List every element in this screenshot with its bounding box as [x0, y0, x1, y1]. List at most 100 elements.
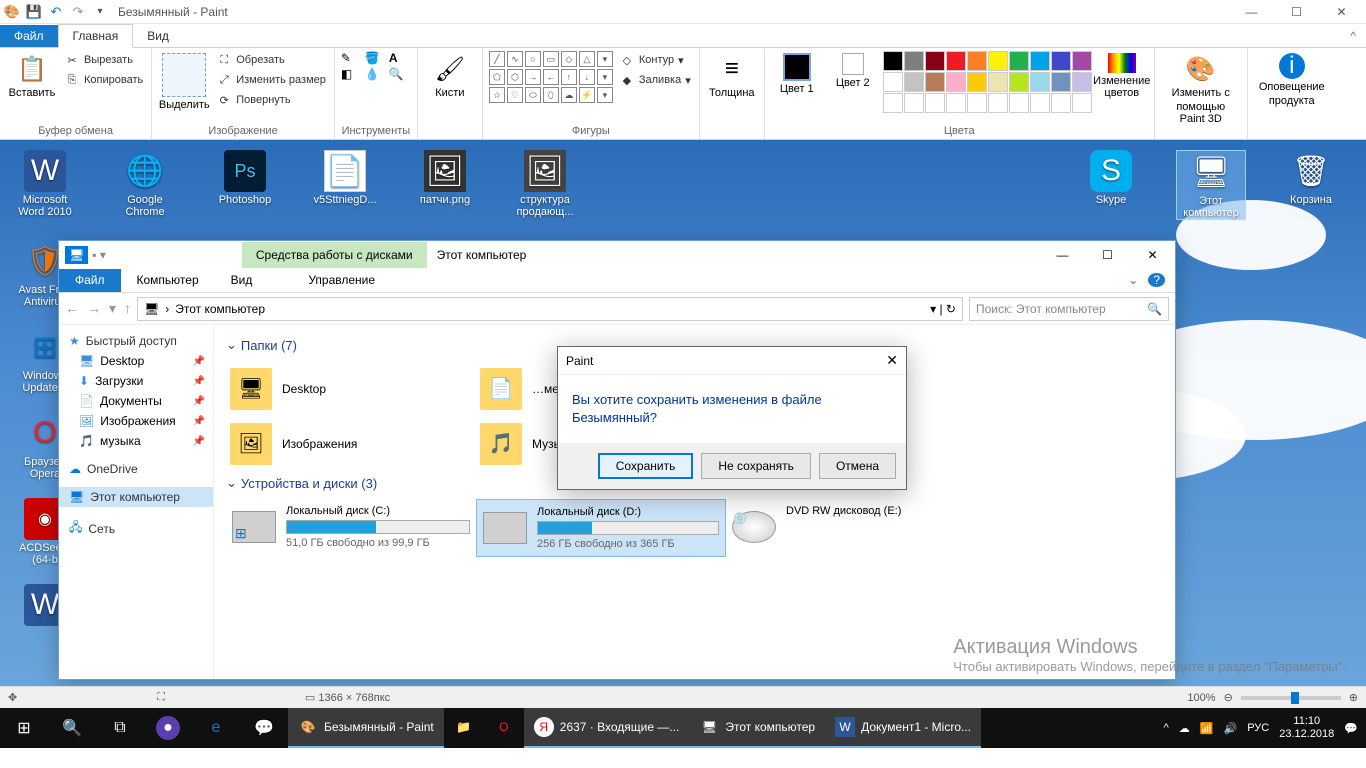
nav-desktop[interactable]: 🖥Desktop📌 [59, 351, 213, 371]
palette-empty[interactable] [967, 93, 987, 113]
tray-language[interactable]: РУС [1247, 722, 1269, 734]
drive-d[interactable]: Локальный диск (D:) 256 ГБ свободно из 3… [476, 499, 726, 557]
task-explorer-pinned[interactable]: 📁 [444, 708, 484, 748]
palette-swatch[interactable] [925, 72, 945, 92]
task-explorer[interactable]: 🖥Этот компьютер [689, 708, 825, 748]
size-button[interactable]: ≡ Толщина [706, 51, 758, 101]
explorer-tab-manage[interactable]: Управление [292, 269, 391, 292]
desktop-icon-file2[interactable]: 🖼патчи.png [410, 150, 480, 218]
minimize-button[interactable]: — [1229, 0, 1274, 24]
nav-forward[interactable]: → [87, 300, 101, 317]
outline-button[interactable]: ◇Контур ▾ [617, 51, 693, 69]
cancel-button[interactable]: Отмена [819, 453, 896, 479]
resize-button[interactable]: ⤢Изменить размер [214, 71, 328, 89]
task-yandex[interactable]: Я2637 · Входящие —... [524, 708, 690, 748]
explorer-tab-computer[interactable]: Компьютер [121, 269, 215, 292]
palette-empty[interactable] [1072, 93, 1092, 113]
tab-view[interactable]: Вид [133, 25, 183, 47]
shapes-gallery[interactable]: ╱∿○▭◇△▾ ⬠⬡→←↑↓▾ ☆♡⬭⬯☁⚡▾ [489, 51, 613, 103]
qat-undo-icon[interactable]: ↶ [46, 2, 66, 22]
palette-swatch[interactable] [925, 51, 945, 71]
tab-file[interactable]: Файл [0, 25, 58, 47]
task-opera[interactable]: O [484, 708, 524, 748]
palette-swatch[interactable] [904, 72, 924, 92]
maximize-button[interactable]: ☐ [1274, 0, 1319, 24]
paint3d-button[interactable]: 🎨 Изменить с помощью Paint 3D [1161, 51, 1241, 127]
save-button[interactable]: Сохранить [598, 453, 694, 479]
dialog-close[interactable]: ✕ [886, 352, 898, 369]
folder-desktop[interactable]: 🖥Desktop [226, 361, 476, 416]
nav-pictures[interactable]: 🖼Изображения📌 [59, 411, 213, 431]
qat-save-icon[interactable]: 💾 [24, 2, 44, 22]
palette-empty[interactable] [988, 93, 1008, 113]
explorer-minimize[interactable]: — [1040, 241, 1085, 269]
palette-swatch[interactable] [1072, 72, 1092, 92]
task-word[interactable]: WДокумент1 - Micro... [825, 708, 981, 748]
pencil-tool[interactable]: ✎ [341, 51, 363, 65]
color2-button[interactable]: Цвет 2 [827, 51, 879, 91]
ribbon-collapse-icon[interactable]: ^ [1340, 25, 1366, 47]
desktop-icon-skype[interactable]: SSkype [1076, 150, 1146, 220]
drive-e[interactable]: 💿 DVD RW дисковод (E:) [726, 499, 976, 557]
palette-swatch[interactable] [1072, 51, 1092, 71]
explorer-tab-file[interactable]: Файл [59, 269, 121, 292]
palette-swatch[interactable] [1051, 51, 1071, 71]
color-palette[interactable] [883, 51, 1092, 113]
tab-home[interactable]: Главная [58, 24, 134, 48]
nav-recent[interactable]: ▾ [109, 300, 116, 317]
qat-redo-icon[interactable]: ↷ [68, 2, 88, 22]
palette-swatch[interactable] [967, 72, 987, 92]
nav-documents[interactable]: 📄Документы📌 [59, 391, 213, 411]
nav-thispc[interactable]: 🖥Этот компьютер [59, 487, 213, 507]
address-bar[interactable]: 🖥 › Этот компьютер ▾ | ↻ [137, 297, 963, 321]
text-tool[interactable]: A [389, 51, 411, 65]
desktop-icon-chrome[interactable]: 🌐Google Chrome [110, 150, 180, 218]
palette-swatch[interactable] [1030, 51, 1050, 71]
palette-swatch[interactable] [1009, 72, 1029, 92]
palette-empty[interactable] [925, 93, 945, 113]
desktop-icon-file3[interactable]: 🖼структура продающ... [510, 150, 580, 218]
context-tab-drives[interactable]: Средства работы с дисками [242, 242, 427, 268]
paint-canvas[interactable]: WMicrosoft Word 2010 🌐Google Chrome PsPh… [0, 140, 1366, 686]
tray-clock[interactable]: 11:10 23.12.2018 [1279, 715, 1334, 741]
palette-empty[interactable] [904, 93, 924, 113]
palette-swatch[interactable] [988, 72, 1008, 92]
tray-expand-icon[interactable]: ^ [1164, 722, 1169, 734]
close-button[interactable]: ✕ [1319, 0, 1364, 24]
fill-button[interactable]: ◆Заливка ▾ [617, 71, 693, 89]
explorer-qat-icon[interactable]: ▪ ▾ [92, 248, 106, 262]
eraser-tool[interactable]: ◧ [341, 67, 363, 81]
palette-swatch[interactable] [883, 72, 903, 92]
palette-swatch[interactable] [946, 72, 966, 92]
cortana-button[interactable]: ● [156, 716, 180, 740]
nav-music[interactable]: 🎵музыка📌 [59, 431, 213, 451]
desktop-icon-photoshop[interactable]: PsPhotoshop [210, 150, 280, 218]
color1-button[interactable]: Цвет 1 [771, 51, 823, 97]
palette-swatch[interactable] [946, 51, 966, 71]
dont-save-button[interactable]: Не сохранять [701, 453, 811, 479]
crop-button[interactable]: ⛶Обрезать [214, 51, 328, 69]
rotate-button[interactable]: ⟳Повернуть [214, 91, 328, 109]
product-alert-button[interactable]: i Оповещение продукта [1254, 51, 1330, 109]
nav-onedrive[interactable]: ☁OneDrive [59, 459, 213, 479]
task-paint[interactable]: 🎨Безымянный - Paint [288, 708, 444, 748]
explorer-close[interactable]: ✕ [1130, 241, 1175, 269]
nav-up[interactable]: ↑ [124, 300, 131, 317]
folder-pictures[interactable]: 🖼Изображения [226, 416, 476, 471]
palette-empty[interactable] [1051, 93, 1071, 113]
taskbar-edge[interactable]: e [192, 708, 240, 748]
explorer-tab-view[interactable]: Вид [215, 269, 269, 292]
nav-downloads[interactable]: ⬇Загрузки📌 [59, 371, 213, 391]
desktop-icon-file1[interactable]: 📄v5SttniegD... [310, 150, 380, 218]
taskview-button[interactable]: ⧉ [96, 708, 144, 748]
zoom-tool[interactable]: 🔍 [389, 67, 411, 81]
palette-empty[interactable] [1009, 93, 1029, 113]
brushes-button[interactable]: 🖌 Кисти [424, 51, 476, 101]
palette-swatch[interactable] [988, 51, 1008, 71]
desktop-icon-thispc[interactable]: 🖥Этот компьютер [1176, 150, 1246, 220]
palette-swatch[interactable] [1051, 72, 1071, 92]
fill-tool[interactable]: 🪣 [365, 51, 387, 65]
select-button[interactable]: Выделить [158, 51, 210, 113]
explorer-search[interactable]: Поиск: Этот компьютер 🔍 [969, 297, 1169, 321]
search-button[interactable]: 🔍 [48, 708, 96, 748]
